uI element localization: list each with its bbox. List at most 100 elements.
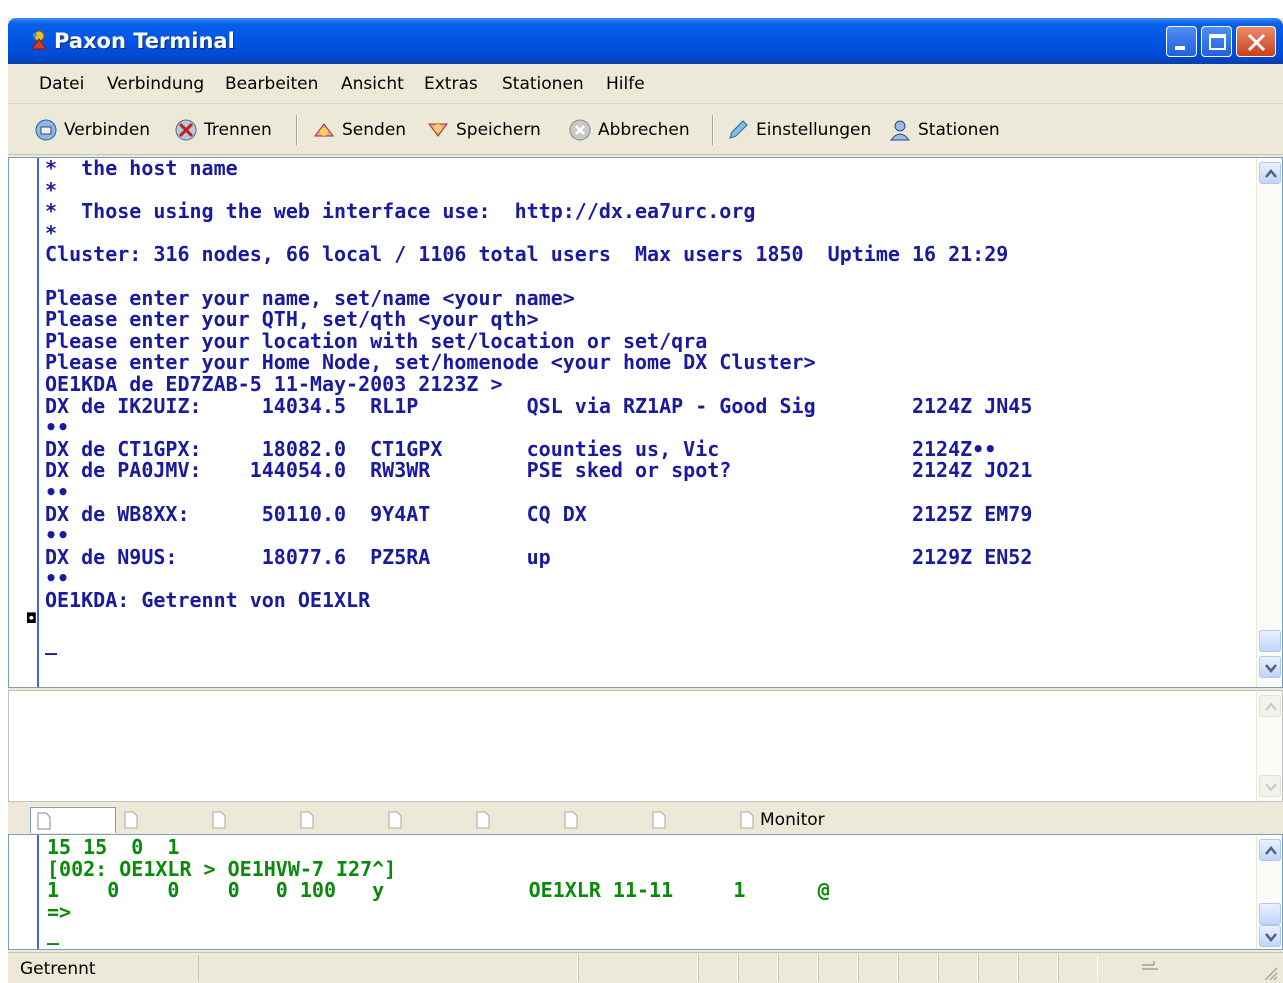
terminal-line: DX de N9US: 18077.6 PZ5RA up 2129Z EN52 [45, 544, 1033, 569]
terminal-line: Please enter your name, set/name <your n… [45, 285, 575, 310]
status-cell [818, 955, 858, 981]
monitor-scroll-down-button[interactable] [1259, 925, 1281, 947]
chevron-down-icon [1265, 933, 1277, 942]
close-button[interactable] [1236, 26, 1276, 57]
stations-user-icon [889, 120, 911, 141]
monitor-line: [002: OE1XLR > OE1HVW-7 I27^] [47, 856, 397, 881]
terminal-line: DX de PA0JMV: 144054.0 RW3WR PSE sked or… [45, 458, 1033, 483]
tab-channel-2[interactable] [118, 807, 204, 833]
tab-channel-7[interactable] [558, 807, 644, 833]
tab-channel-4[interactable] [294, 807, 380, 833]
terminal-gutter [9, 158, 39, 687]
menu-bearbeiten[interactable]: Bearbeiten [225, 74, 318, 94]
tab-channel-3[interactable] [206, 807, 292, 833]
terminal-line: * Those using the web interface use: htt… [45, 199, 756, 224]
command-input-pane[interactable] [8, 690, 1283, 802]
status-cell [778, 955, 818, 981]
menu-verbindung[interactable]: Verbindung [107, 74, 204, 94]
maximize-icon [1209, 34, 1226, 50]
disconnect-label: Trennen [204, 120, 272, 140]
monitor-pane[interactable]: 15 15 0 1 [002: OE1XLR > OE1HVW-7 I27^] 1 … [8, 834, 1283, 950]
chevron-up-icon [1265, 169, 1277, 178]
status-bar: Getrennt [8, 952, 1283, 983]
chevron-up-icon [1265, 702, 1277, 711]
title-bar[interactable]: Paxon Terminal [8, 18, 1283, 64]
terminal-line: •• [45, 415, 70, 440]
input-scrollbar[interactable] [1256, 691, 1282, 801]
channel-tabs: Monitor [8, 804, 1283, 834]
toolbar: Verbinden Trennen Senden Speichern Abbre… [8, 105, 1283, 155]
monitor-gutter [9, 835, 39, 949]
terminal-line: DX de CT1GPX: 18082.0 CT1GPX counties us… [45, 436, 997, 461]
save-icon [428, 123, 448, 137]
document-icon [388, 811, 402, 829]
paxon-app-icon [31, 30, 47, 50]
minimize-button[interactable] [1166, 26, 1197, 57]
send-button[interactable]: Senden [312, 118, 406, 142]
input-scroll-up-button[interactable] [1259, 695, 1281, 717]
abort-button[interactable]: Abbrechen [568, 118, 690, 142]
maximize-button[interactable] [1201, 26, 1232, 57]
input-scroll-down-button[interactable] [1259, 775, 1281, 797]
scroll-up-button[interactable] [1259, 162, 1281, 184]
toolbar-separator [296, 115, 298, 145]
monitor-scroll-thumb[interactable] [1259, 903, 1281, 925]
save-label: Speichern [456, 120, 541, 140]
terminal-line: Please enter your Home Node, set/homenod… [45, 350, 816, 375]
disconnect-marker-icon: ◘ [27, 611, 36, 627]
document-icon [476, 811, 490, 829]
network-icon [1142, 961, 1158, 970]
tab-monitor[interactable]: Monitor [734, 807, 854, 833]
connect-button[interactable]: Verbinden [34, 118, 150, 142]
terminal-line: Please enter your location with set/loca… [45, 328, 708, 353]
connect-label: Verbinden [64, 120, 151, 140]
monitor-scrollbar[interactable] [1256, 835, 1282, 949]
stations-button[interactable]: Stationen [888, 118, 1000, 142]
status-cell [978, 955, 1018, 981]
terminal-line: * [45, 177, 58, 202]
disconnect-button[interactable]: Trennen [174, 118, 272, 142]
document-icon [740, 811, 754, 829]
monitor-line: 1 0 0 0 0 100 y OE1XLR 11-11 1 @ [47, 878, 830, 902]
scroll-thumb[interactable] [1259, 630, 1281, 652]
monitor-text: 15 15 0 1 [002: OE1XLR > OE1HVW-7 I27^] 1 … [47, 835, 830, 945]
status-cell [1018, 955, 1058, 981]
status-cell [738, 955, 778, 981]
terminal-line: DX de WB8XX: 50110.0 9Y4AT CQ DX 2125Z E… [45, 501, 1033, 526]
menu-stationen[interactable]: Stationen [502, 74, 584, 94]
menu-datei[interactable]: Datei [39, 74, 84, 94]
monitor-scroll-up-button[interactable] [1259, 839, 1281, 861]
document-icon [300, 811, 314, 829]
settings-label: Einstellungen [756, 120, 872, 140]
status-cell [198, 955, 578, 981]
resize-grip-icon[interactable] [1262, 965, 1278, 981]
terminal-line: Cluster: 316 nodes, 66 local / 1106 tota… [45, 242, 1009, 267]
monitor-line: 15 15 0 1 [47, 835, 180, 859]
terminal-line: Please enter your QTH, set/qth <your qth… [45, 307, 539, 332]
connect-icon [35, 119, 57, 141]
settings-button[interactable]: Einstellungen [726, 118, 871, 142]
status-cell [858, 955, 898, 981]
tab-channel-6[interactable] [470, 807, 556, 833]
terminal-line: OE1KDA: Getrennt von OE1XLR [45, 587, 371, 612]
abort-label: Abbrechen [598, 120, 690, 140]
menu-extras[interactable]: Extras [424, 74, 478, 94]
tab-channel-1[interactable] [30, 807, 116, 833]
terminal-scrollbar[interactable] [1256, 158, 1282, 687]
menu-hilfe[interactable]: Hilfe [606, 74, 645, 94]
send-label: Senden [342, 120, 407, 140]
save-button[interactable]: Speichern [426, 118, 541, 142]
terminal-output-pane[interactable]: * the host name * * Those using the web in… [8, 157, 1283, 688]
status-cell [698, 955, 738, 981]
terminal-line: •• [45, 479, 70, 504]
menu-bar: Datei Verbindung Bearbeiten Ansicht Extr… [8, 64, 1283, 104]
disconnect-icon [175, 119, 197, 141]
minimize-icon [1175, 46, 1185, 50]
scroll-down-button[interactable] [1259, 656, 1281, 678]
tab-channel-5[interactable] [382, 807, 468, 833]
connection-status: Getrennt [20, 959, 96, 979]
menu-ansicht[interactable]: Ansicht [341, 74, 404, 94]
tab-channel-8[interactable] [646, 807, 732, 833]
terminal-line: DX de IK2UIZ: 14034.5 RL1P QSL via RZ1AP… [45, 393, 1033, 418]
